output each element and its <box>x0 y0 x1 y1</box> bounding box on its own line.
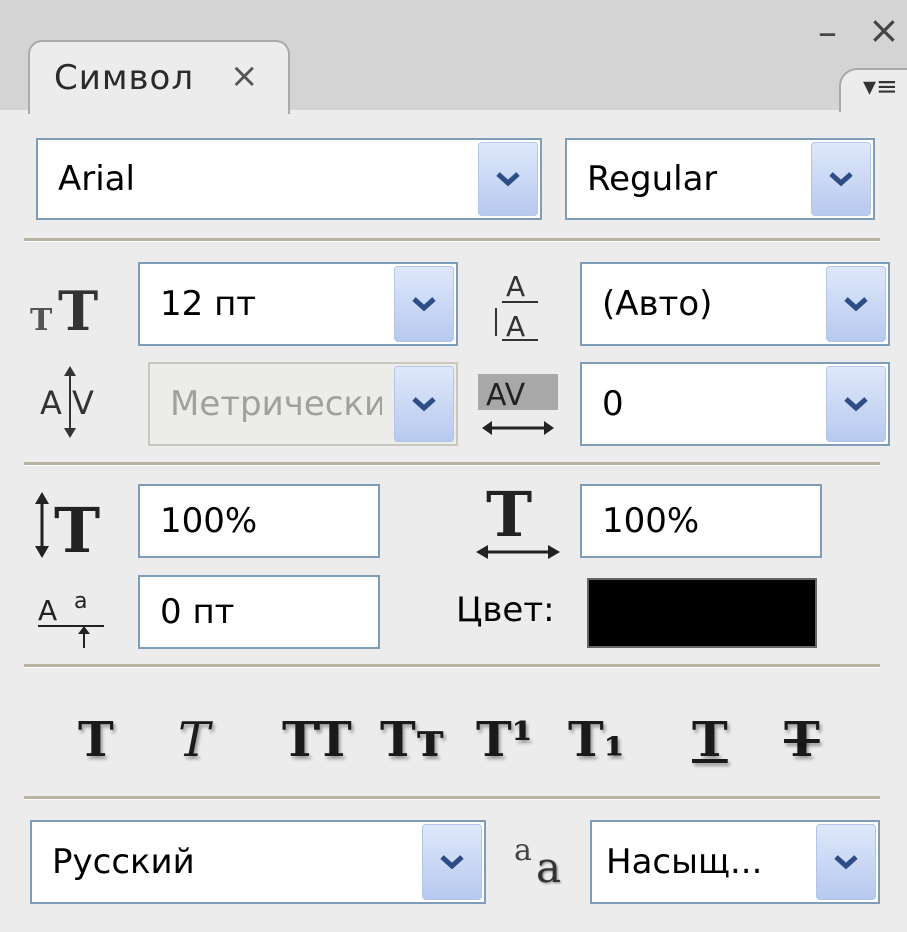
vertical-scale-value: 100% <box>160 501 258 541</box>
svg-text:A: A <box>506 310 525 343</box>
svg-text:A: A <box>506 270 525 303</box>
kerning-field[interactable]: Метрически <box>148 362 458 446</box>
kerning-value: Метрически <box>170 384 382 424</box>
svg-text:T: T <box>54 494 100 560</box>
strikethrough-label: T <box>784 712 820 768</box>
leading-icon: A A <box>490 266 550 346</box>
svg-text:A: A <box>40 384 62 422</box>
language-value: Русский <box>52 842 195 882</box>
faux-bold-label: T <box>78 712 114 768</box>
svg-text:A: A <box>38 594 57 627</box>
antialias-icon: a a <box>512 830 582 890</box>
svg-text:a: a <box>514 833 532 868</box>
tab-close-icon[interactable]: × <box>230 56 259 96</box>
separator <box>24 796 880 800</box>
antialias-select[interactable]: Насыщ... <box>590 820 880 904</box>
svg-text:T: T <box>58 279 98 338</box>
faux-bold-button[interactable]: T <box>78 700 114 780</box>
font-family-select[interactable]: Arial <box>36 138 542 220</box>
minimize-icon[interactable]: – <box>818 10 837 54</box>
small-caps-label: Tт <box>380 712 446 768</box>
svg-text:a: a <box>536 843 561 890</box>
horizontal-scale-icon: T <box>472 482 562 564</box>
underline-button[interactable]: T <box>692 700 728 780</box>
small-caps-button[interactable]: Tт <box>380 700 445 780</box>
panel-menu-icon: ▾≡ <box>863 72 898 102</box>
faux-italic-button[interactable]: T <box>178 700 210 780</box>
antialias-value: Насыщ... <box>606 842 763 882</box>
horizontal-scale-field[interactable]: 100% <box>580 484 822 558</box>
font-style-select[interactable]: Regular <box>565 138 875 220</box>
separator <box>24 664 880 668</box>
subscript-label: T₁ <box>568 712 625 768</box>
tracking-icon: AV <box>478 374 558 444</box>
vertical-scale-field[interactable]: 100% <box>138 484 380 558</box>
chevron-down-icon[interactable] <box>826 366 886 442</box>
font-size-value: 12 пт <box>160 284 257 324</box>
chevron-down-icon[interactable] <box>478 142 538 216</box>
chevron-down-icon[interactable] <box>394 266 454 342</box>
subscript-button[interactable]: T₁ <box>568 700 625 780</box>
baseline-shift-field[interactable]: 0 пт <box>138 575 380 649</box>
panel-menu-button[interactable]: ▾≡ <box>839 68 907 112</box>
tracking-field[interactable]: 0 <box>580 362 890 446</box>
language-select[interactable]: Русский <box>30 820 486 904</box>
separator <box>24 238 880 242</box>
underline-label: T <box>692 712 728 768</box>
font-size-icon: T T <box>28 278 128 338</box>
chevron-down-icon[interactable] <box>826 266 886 342</box>
close-icon[interactable]: × <box>868 8 900 52</box>
svg-text:AV: AV <box>486 378 526 413</box>
svg-text:T: T <box>486 482 532 551</box>
leading-value: (Авто) <box>602 284 713 324</box>
chevron-down-icon[interactable] <box>422 824 482 900</box>
vertical-scale-icon: T <box>30 490 130 560</box>
color-label: Цвет: <box>456 590 555 630</box>
tracking-value: 0 <box>602 384 624 424</box>
chevron-down-icon[interactable] <box>811 142 871 216</box>
svg-text:a: a <box>74 589 87 614</box>
horizontal-scale-value: 100% <box>602 501 700 541</box>
color-swatch[interactable] <box>587 578 817 648</box>
faux-italic-label: T <box>178 712 211 768</box>
kerning-icon: A V <box>38 362 118 442</box>
leading-field[interactable]: (Авто) <box>580 262 890 346</box>
svg-text:V: V <box>72 384 94 422</box>
all-caps-button[interactable]: TT <box>282 700 352 780</box>
chevron-down-icon[interactable] <box>394 366 454 442</box>
svg-text:T: T <box>30 303 53 338</box>
character-panel: Символ × – × ▾≡ Arial Regular T T 12 пт … <box>0 0 907 932</box>
baseline-shift-icon: A a <box>36 582 116 652</box>
font-size-field[interactable]: 12 пт <box>138 262 458 346</box>
superscript-label: T¹ <box>476 712 533 768</box>
superscript-button[interactable]: T¹ <box>476 700 533 780</box>
font-style-value: Regular <box>587 159 718 199</box>
baseline-shift-value: 0 пт <box>160 592 235 632</box>
tab-label: Символ <box>54 58 195 98</box>
font-family-value: Arial <box>58 159 135 199</box>
separator <box>24 462 880 466</box>
chevron-down-icon[interactable] <box>816 824 876 900</box>
all-caps-label: TT <box>282 712 352 768</box>
tab-character[interactable]: Символ × <box>28 40 290 114</box>
strikethrough-button[interactable]: T <box>784 700 820 780</box>
